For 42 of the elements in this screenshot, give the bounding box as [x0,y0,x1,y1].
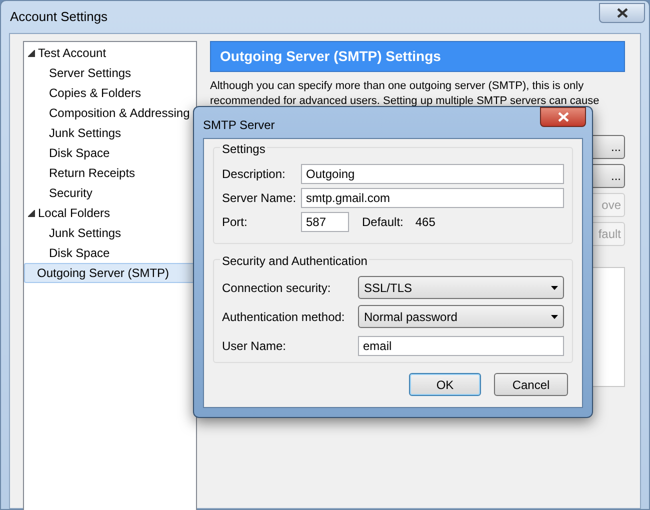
text-field[interactable]: Outgoing [301,164,564,184]
text-field[interactable]: email [358,336,564,356]
tree-item[interactable]: Composition & Addressing [24,103,196,123]
tree-item[interactable]: Outgoing Server (SMTP) [24,263,196,283]
tree-item[interactable]: Disk Space [24,143,196,163]
default-port: 465 [415,214,436,230]
section-heading: Outgoing Server (SMTP) Settings [220,47,441,66]
text-field[interactable]: smtp.gmail.com [301,188,564,208]
close-button[interactable] [540,107,586,127]
field-label: Server Name: [222,190,298,206]
dropdown[interactable]: Normal password [358,305,564,328]
description-text: Although you can specify more than one outgoing server (SMTP), this is only recommended for advanced users. Setting up multiple SMTP servers can cause [210,79,600,109]
field-label: Authentication method: [222,308,346,326]
side-button[interactable]: ... [591,135,625,159]
field-label: Connection security: [222,280,332,296]
dropdown[interactable]: SSL/TLS [358,276,564,299]
expanded-triangle-icon[interactable] [28,210,35,216]
caret-icon [551,286,558,290]
tree-item[interactable]: Return Receipts [24,163,196,183]
close-icon [558,112,568,122]
tree-item[interactable]: Disk Space [24,243,196,263]
text-field[interactable]: 587 [301,212,349,232]
default-label: Default: [362,214,404,230]
side-button[interactable]: ... [591,164,625,188]
caret-icon [551,314,558,318]
tree-item[interactable]: Local Folders [24,203,196,223]
tree-item[interactable]: Server Settings [24,63,196,83]
field-label: User Name: [222,338,288,354]
close-button[interactable] [599,3,645,23]
field-label: Port: [222,214,248,230]
tree-item[interactable]: Test Account [24,43,196,63]
window-title: Account Settings [10,8,108,26]
cancel-button[interactable]: Cancel [494,373,568,396]
tree-item[interactable]: Junk Settings [24,123,196,143]
field-label: Description: [222,166,286,182]
tree-item[interactable]: Copies & Folders [24,83,196,103]
tree-item[interactable]: Junk Settings [24,223,196,243]
dialog-title: SMTP Server [203,117,275,134]
ok-button[interactable]: OK [409,373,481,396]
close-icon [616,8,628,18]
tree-item[interactable]: Security [24,183,196,203]
expanded-triangle-icon[interactable] [28,50,35,56]
